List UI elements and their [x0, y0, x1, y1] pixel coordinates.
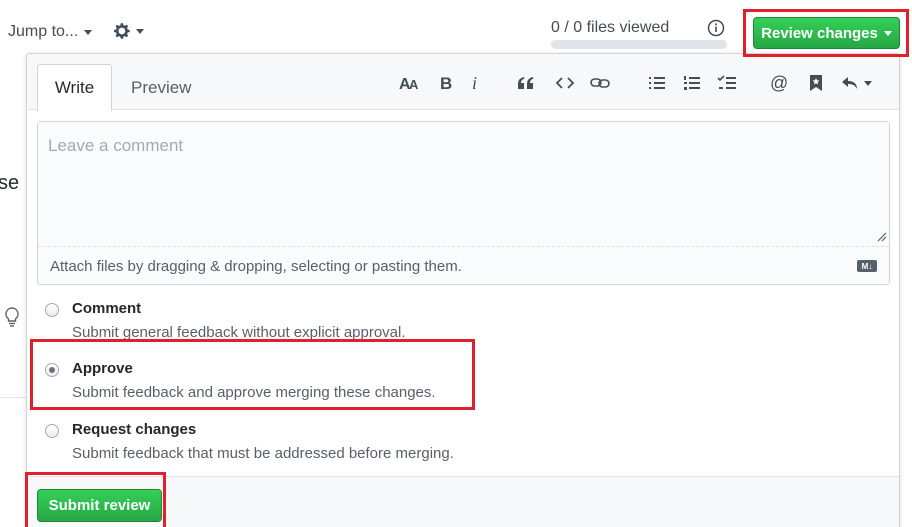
attach-files-hint: Attach files by dragging & dropping, sel…: [50, 258, 462, 275]
editor-tabs-bar: Write Preview AA B i @: [27, 54, 899, 111]
bold-icon[interactable]: B: [436, 72, 456, 94]
numbered-list-icon[interactable]: [681, 72, 703, 94]
option-request-changes-title: Request changes: [72, 421, 197, 438]
info-icon[interactable]: [707, 19, 725, 37]
settings-dropdown[interactable]: [114, 22, 144, 40]
chevron-down-icon: [136, 28, 144, 34]
tab-write[interactable]: Write: [37, 64, 112, 111]
resize-handle-icon[interactable]: [875, 230, 887, 242]
jump-to-label: Jump to...: [8, 23, 79, 40]
bullet-list-icon[interactable]: [646, 72, 668, 94]
mention-icon[interactable]: @: [768, 72, 790, 94]
comment-editor: Leave a comment Attach files by dragging…: [37, 121, 890, 285]
link-icon[interactable]: [588, 72, 612, 94]
task-list-icon[interactable]: [715, 72, 739, 94]
option-comment-title: Comment: [72, 300, 142, 317]
page-divider: [0, 397, 26, 398]
svg-text:@: @: [770, 74, 788, 92]
svg-text:A: A: [409, 77, 419, 91]
option-request-changes-description: Submit feedback that must be addressed b…: [72, 445, 454, 462]
page-heading-fragment: se: [0, 172, 20, 194]
markdown-icon[interactable]: M↓: [857, 260, 877, 272]
review-popover: Write Preview AA B i @ Leave a comment A…: [26, 53, 900, 527]
attach-files-area[interactable]: Attach files by dragging & dropping, sel…: [38, 246, 889, 285]
jump-to-dropdown[interactable]: Jump to...: [8, 23, 93, 41]
approve-radio[interactable]: [45, 363, 59, 377]
svg-text:B: B: [440, 75, 452, 91]
popover-footer: Submit review: [27, 476, 899, 527]
files-viewed-progress: [551, 40, 727, 49]
request-changes-radio[interactable]: [45, 424, 59, 438]
review-changes-button[interactable]: Review changes: [753, 17, 900, 49]
saved-reply-icon[interactable]: [805, 72, 827, 94]
text-size-icon[interactable]: AA: [398, 72, 422, 94]
lightbulb-icon: [5, 307, 19, 327]
files-viewed-counter: 0 / 0 files viewed: [551, 19, 670, 36]
comment-textarea[interactable]: Leave a comment: [38, 122, 889, 246]
option-comment-description: Submit general feedback without explicit…: [72, 324, 406, 341]
quote-icon[interactable]: [515, 72, 537, 94]
review-changes-label: Review changes: [761, 24, 878, 42]
reply-icon[interactable]: [839, 72, 875, 94]
svg-text:i: i: [472, 75, 477, 91]
chevron-down-icon: [84, 29, 93, 35]
tab-preview[interactable]: Preview: [131, 78, 191, 98]
code-icon[interactable]: [554, 72, 576, 94]
italic-icon[interactable]: i: [466, 72, 484, 94]
submit-review-button[interactable]: Submit review: [37, 489, 162, 522]
comment-radio[interactable]: [45, 303, 59, 317]
option-approve-title: Approve: [72, 360, 133, 377]
chevron-down-icon: [883, 30, 892, 36]
gear-icon: [114, 23, 130, 39]
option-approve-description: Submit feedback and approve merging thes…: [72, 384, 436, 401]
